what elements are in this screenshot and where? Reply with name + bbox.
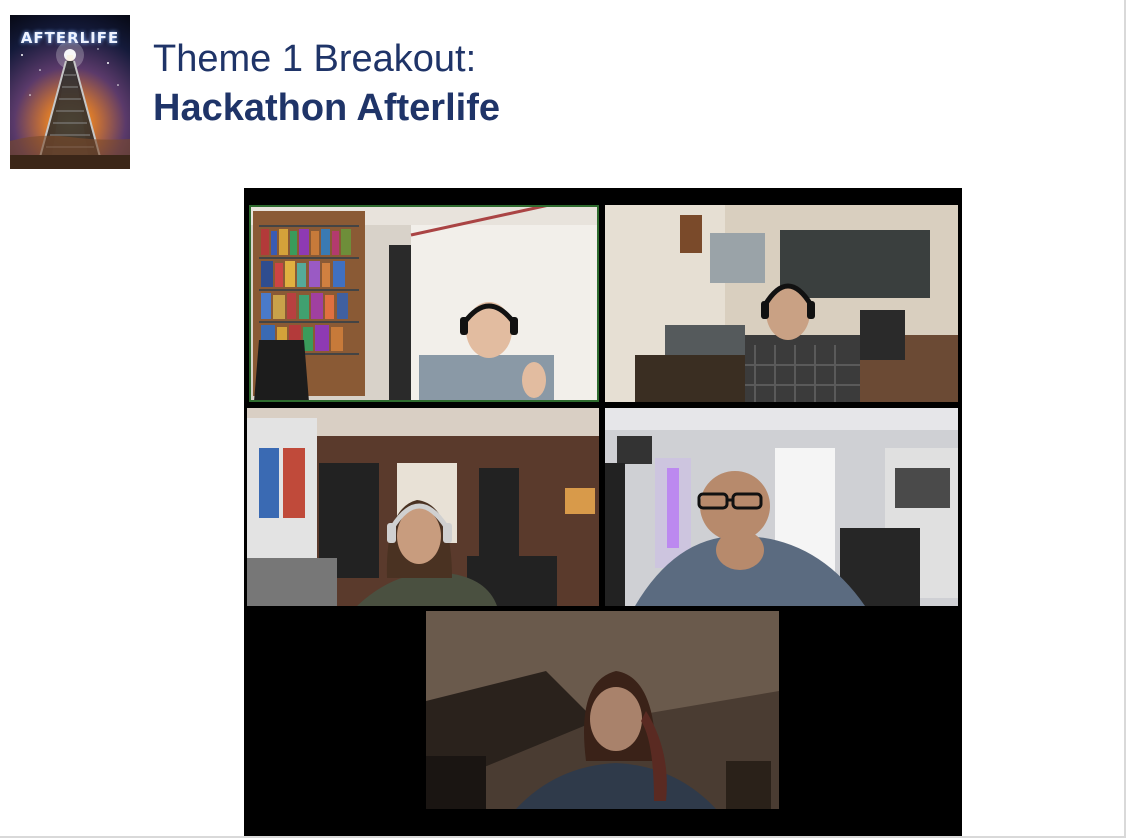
video-tile-participant-3[interactable] (247, 408, 599, 606)
afterlife-logo: AFTERLIFE (10, 15, 130, 169)
video-tile-participant-1[interactable] (249, 205, 599, 402)
slide-title-line-2: Hackathon Afterlife (153, 87, 500, 129)
video-tile-participant-5[interactable] (426, 611, 779, 809)
video-tile-participant-4[interactable] (605, 408, 958, 606)
slide: AFTERLIFE Theme 1 Breakout: Hackathon Af… (0, 0, 1126, 838)
video-call-gallery (244, 188, 962, 836)
video-tile-participant-2[interactable] (605, 205, 958, 402)
logo-wordmark: AFTERLIFE (20, 29, 120, 47)
slide-title-line-1: Theme 1 Breakout: (153, 38, 477, 80)
